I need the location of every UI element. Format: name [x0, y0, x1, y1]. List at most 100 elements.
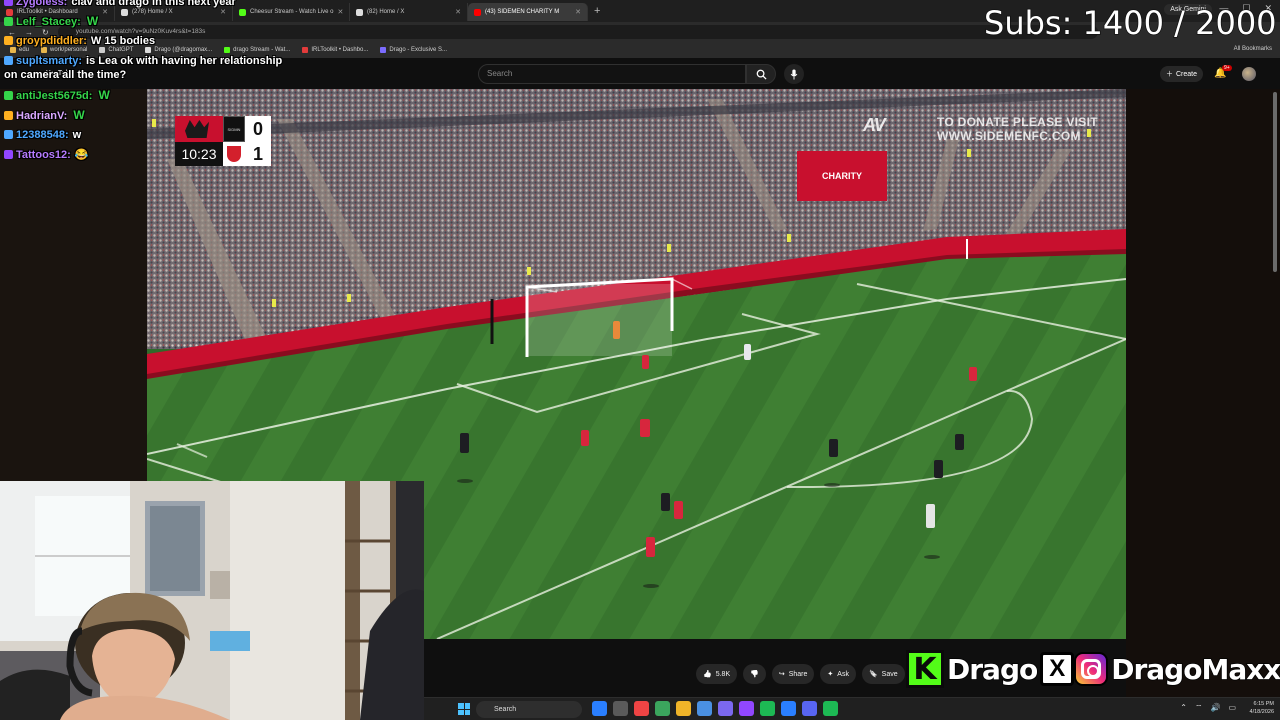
action-label: Save	[881, 670, 898, 678]
search-button[interactable]	[746, 64, 776, 84]
sparkle-button[interactable]: ✦ Ask	[820, 664, 856, 684]
chat-badge-icon	[4, 111, 13, 120]
chat-badge-icon	[4, 91, 13, 100]
taskbar-apps	[592, 701, 838, 716]
battery-icon[interactable]: ▭	[1228, 703, 1236, 713]
taskbar-app-icon[interactable]	[739, 701, 754, 716]
chat-username: Lelf_Stacey:	[16, 16, 81, 28]
sidemen-crest-icon: SIDMN	[223, 116, 245, 142]
avatar[interactable]	[1242, 67, 1256, 81]
bookmark-item[interactable]: Drago (@dragomax...	[145, 47, 212, 53]
wifi-icon[interactable]: ⌔	[1195, 703, 1203, 713]
action-label: Share	[788, 670, 808, 678]
home-crest-icon	[175, 116, 223, 142]
tab-favicon-icon	[474, 8, 481, 16]
taskbar-app-icon[interactable]	[781, 701, 796, 716]
bookmark-icon: 🔖	[868, 671, 878, 678]
donate-watermark: TO DONATE PLEASE VISIT WWW.SIDEMENFC.COM	[937, 115, 1098, 143]
taskbar-app-icon[interactable]	[802, 701, 817, 716]
windows-taskbar: Search ⌃ ⌔ 🔊 ▭ 6:15 PM 4/18/2026	[424, 697, 1280, 720]
bookmark-favicon-icon	[224, 47, 231, 53]
sparkle-icon: ✦	[827, 671, 834, 678]
start-button[interactable]	[458, 703, 470, 715]
tab-close-icon[interactable]: ✕	[102, 8, 108, 16]
thumbs-down-icon: 👎	[750, 671, 759, 678]
taskbar-app-icon[interactable]	[655, 701, 670, 716]
page-scrollbar[interactable]	[1273, 92, 1277, 272]
instagram-handle: DragoMaxxer	[1110, 652, 1280, 687]
voice-search-button[interactable]	[784, 64, 804, 84]
all-bookmarks-button[interactable]: All Bookmarks	[1234, 46, 1272, 52]
taskbar-app-icon[interactable]	[823, 701, 838, 716]
browser-tab[interactable]: Cheesur Stream - Watch Live o ✕	[233, 3, 350, 21]
create-button[interactable]: ＋ Create	[1160, 66, 1204, 82]
chat-text: w	[72, 129, 82, 141]
taskbar-search-input[interactable]: Search	[476, 701, 582, 718]
tab-close-icon[interactable]: ✕	[220, 8, 226, 16]
microphone-icon	[790, 68, 798, 80]
subscriber-goal-counter: Subs: 1400 / 2000	[983, 3, 1277, 43]
search-icon	[756, 69, 767, 80]
donate-line-1: TO DONATE PLEASE VISIT	[937, 115, 1098, 129]
taskbar-app-icon[interactable]	[592, 701, 607, 716]
left-background	[0, 89, 147, 481]
bookmark-label: Drago - Exclusive S...	[389, 47, 448, 53]
bookmark-favicon-icon	[302, 47, 309, 53]
taskbar-app-icon[interactable]	[613, 701, 628, 716]
chat-text: on camera all the time?	[4, 69, 127, 81]
thumbs-down-button[interactable]: 👎	[743, 664, 766, 684]
chat-message: HadrianV: W	[4, 109, 85, 123]
bookmark-label: drago Stream - Wat...	[233, 47, 291, 53]
tab-close-icon[interactable]: ✕	[455, 8, 461, 16]
action-label: Ask	[837, 670, 849, 678]
bookmark-item[interactable]: drago Stream - Wat...	[224, 47, 290, 53]
taskbar-clock[interactable]: 6:15 PM 4/18/2026	[1250, 700, 1274, 716]
chevron-up-icon[interactable]: ⌃	[1180, 703, 1187, 713]
share-button[interactable]: ↪ Share	[771, 664, 815, 684]
kick-logo-icon: K	[906, 650, 944, 688]
tab-close-icon[interactable]: ✕	[575, 8, 581, 16]
tab-close-icon[interactable]: ✕	[337, 8, 343, 16]
chat-badge-icon	[4, 150, 13, 159]
stadium-banner: CHARITY	[822, 171, 862, 181]
match-clock: 10:23	[175, 142, 223, 166]
w-emote-icon: W	[86, 14, 99, 28]
share-icon: ↪	[778, 671, 785, 678]
taskbar-app-icon[interactable]	[718, 701, 733, 716]
broadcaster-logo: AV	[863, 115, 886, 135]
search-input[interactable]: Search	[478, 64, 746, 84]
bookmark-item[interactable]: Drago - Exclusive S...	[380, 47, 447, 53]
thumbs-up-button[interactable]: 👍 5.8K	[696, 664, 738, 684]
tab-favicon-icon	[356, 8, 363, 16]
taskbar-app-icon[interactable]	[760, 701, 775, 716]
instagram-logo-icon	[1074, 652, 1109, 686]
chat-message: Zygoless: clav and drago in this next yea…	[4, 0, 236, 9]
chat-text: clav and drago in this next year	[71, 0, 236, 8]
chat-message: groypdiddler: W 15 bodies	[4, 35, 155, 48]
bookmark-favicon-icon	[380, 47, 387, 53]
new-tab-button[interactable]: +	[588, 5, 606, 17]
chat-message: Lelf_Stacey: W	[4, 15, 98, 29]
chat-badge-icon	[4, 130, 13, 139]
chat-text: 😂	[74, 149, 89, 161]
browser-tab[interactable]: (82) Home / X ✕	[350, 3, 468, 21]
kick-handle: Drago	[946, 652, 1039, 687]
chat-message: antiJest5675d: W	[4, 89, 110, 103]
taskbar-app-icon[interactable]	[697, 701, 712, 716]
chat-username: groypdiddler:	[16, 35, 87, 47]
tab-label: (82) Home / X	[367, 9, 405, 15]
taskbar-app-icon[interactable]	[634, 701, 649, 716]
webcam-feed	[0, 481, 424, 720]
bookmark-item[interactable]: IRLToolkit • Dashbo...	[302, 47, 368, 53]
tab-label: (43) SIDEMEN CHARITY M	[485, 9, 560, 15]
chat-username: Zygoless:	[16, 0, 68, 8]
volume-icon[interactable]: 🔊	[1210, 703, 1220, 713]
webcam-image	[0, 481, 424, 720]
url-input[interactable]: youtube.com/watch?v=9uNz0Kuv4rs&t=183s	[57, 25, 1098, 39]
chat-username: 12388548:	[16, 129, 69, 141]
taskbar-app-icon[interactable]	[676, 701, 691, 716]
video-action-bar: 👍 5.8K 👎 ↪ Share ✦ Ask 🔖 Save	[696, 664, 905, 684]
browser-tab[interactable]: (43) SIDEMEN CHARITY M ✕	[468, 3, 588, 21]
bookmark-button[interactable]: 🔖 Save	[861, 664, 905, 684]
scorebug-away: 10:23 1	[175, 142, 271, 166]
